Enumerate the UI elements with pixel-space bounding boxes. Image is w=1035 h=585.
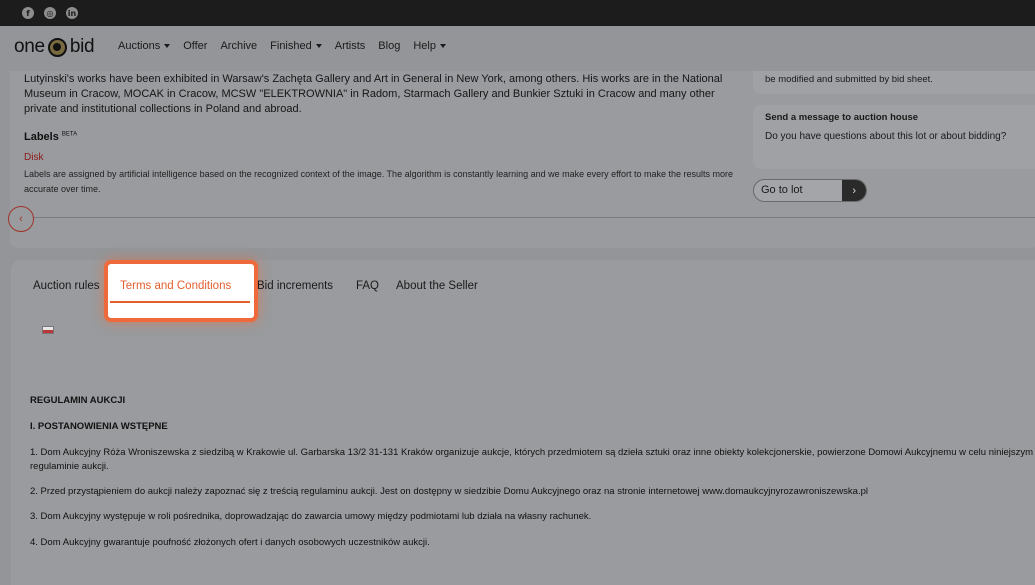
active-tab-underline [110, 301, 250, 303]
nav-item-help[interactable]: Help [413, 40, 446, 52]
tab-auction-rules[interactable]: Auction rules [33, 280, 99, 292]
go-to-lot-button[interactable]: › [842, 180, 866, 201]
nav-item-artists[interactable]: Artists [335, 40, 366, 52]
message-title: Send a message to auction house [765, 112, 919, 123]
label-tag[interactable]: Disk [24, 152, 43, 163]
logo-coin-icon [47, 37, 67, 57]
beta-badge: BETA [61, 131, 78, 138]
nav-item-finished[interactable]: Finished [270, 40, 322, 52]
chevron-down-icon [315, 44, 322, 48]
tab-terms-and-conditions[interactable]: Terms and Conditions [120, 280, 231, 292]
terms-title: REGULAMIN AUKCJI [30, 395, 126, 406]
social-bar: f ◎ in [0, 0, 1035, 26]
nav-item-auctions[interactable]: Auctions [118, 40, 171, 52]
terms-section-heading: I. POSTANOWIENIA WSTĘPNE [30, 421, 168, 432]
chevron-down-icon [439, 44, 446, 48]
onebid-logo[interactable]: one bid [14, 36, 95, 58]
tab-bid-increments[interactable]: Bid increments [257, 280, 333, 292]
polish-flag-icon[interactable] [42, 326, 54, 334]
chevron-down-icon [164, 44, 171, 48]
instagram-icon[interactable]: ◎ [44, 7, 56, 19]
logo-text-one: one [14, 36, 45, 57]
linkedin-icon[interactable]: in [66, 7, 78, 19]
carousel-divider [33, 217, 1035, 218]
labels-note: Labels are assigned by artificial intell… [24, 169, 734, 194]
labels-heading: Labels BETA [24, 131, 78, 143]
go-to-lot-input[interactable]: Go to lot [754, 180, 842, 201]
terms-item: 3. Dom Aukcyjny występuje w roli pośredn… [30, 511, 592, 522]
main-navbar: one bid Auctions Offer Archive Finished … [0, 26, 1035, 71]
nav-item-blog[interactable]: Blog [378, 40, 400, 52]
message-auction-house-box[interactable]: Send a message to auction house Do you h… [753, 105, 1035, 169]
artist-description: Lutyinski's works have been exhibited in… [24, 73, 723, 115]
carousel-prev-button[interactable]: ‹ [8, 206, 34, 232]
terms-item: 1. Dom Aukcyjny Róża Wroniszewska z sied… [30, 447, 1034, 472]
terms-item: 2. Przed przystąpieniem do aukcji należy… [30, 486, 868, 497]
tab-about-seller[interactable]: About the Seller [396, 280, 478, 292]
bid-sheet-note: be modified and submitted by bid sheet. [765, 74, 933, 85]
nav-menu: Auctions Offer Archive Finished Artists … [118, 40, 446, 52]
nav-item-archive[interactable]: Archive [220, 40, 257, 52]
logo-text-bid: bid [69, 36, 95, 57]
nav-item-offer[interactable]: Offer [183, 40, 207, 52]
chevron-left-icon: ‹ [19, 213, 23, 225]
bid-info-box: be modified and submitted by bid sheet. [753, 71, 1035, 94]
facebook-icon[interactable]: f [22, 7, 34, 19]
go-to-lot-field[interactable]: Go to lot › [753, 179, 867, 202]
message-text: Do you have questions about this lot or … [765, 131, 1007, 142]
tab-faq[interactable]: FAQ [356, 280, 379, 292]
terms-item: 4. Dom Aukcyjny gwarantuje poufność złoż… [30, 537, 430, 548]
